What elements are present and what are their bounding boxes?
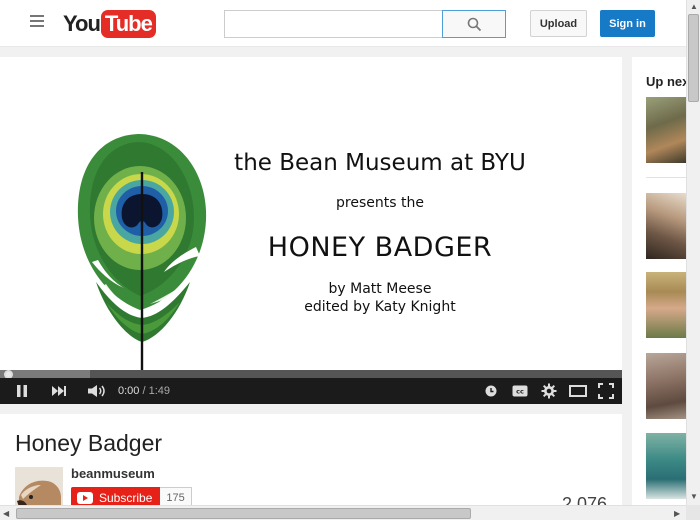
pause-icon [17,385,27,397]
scroll-down-arrow-icon[interactable]: ▼ [690,492,698,501]
horizontal-scrollbar[interactable]: ◀ ▶ [0,505,686,520]
search-form [224,10,506,38]
current-time: 0:00 [118,385,140,397]
horizontal-scroll-thumb[interactable] [16,508,471,519]
player-controls: 0:00 / 1:49 cc [0,378,622,404]
related-video-thumbnail[interactable] [646,272,686,338]
settings-button[interactable] [540,383,558,399]
channel-name[interactable]: beanmuseum [71,466,155,481]
progress-loaded [0,370,90,378]
captions-button[interactable]: cc [511,383,529,399]
watch-later-button[interactable] [484,383,498,399]
next-icon [52,386,66,396]
video-player[interactable]: the Bean Museum at BYU presents the HONE… [0,57,622,404]
captions-icon: cc [512,385,528,397]
theater-mode-button[interactable] [568,383,588,399]
search-button[interactable] [442,10,506,38]
duration: 1:49 [148,385,171,397]
scroll-left-arrow-icon[interactable]: ◀ [3,509,9,518]
vertical-scroll-thumb[interactable] [688,14,699,102]
slide-presents-text: presents the [336,195,424,211]
gear-icon [541,383,557,399]
sidebar-divider [646,177,686,178]
theater-icon [569,385,587,397]
up-next-sidebar: Up next [632,57,686,505]
peacock-feather-logo [77,134,207,394]
vertical-scrollbar[interactable]: ▲ ▼ [686,0,700,505]
slide-title-text: HONEY BADGER [267,232,493,263]
volume-icon [88,385,105,397]
video-frame[interactable]: the Bean Museum at BYU presents the HONE… [0,57,622,394]
svg-text:cc: cc [516,388,524,396]
search-icon [467,17,481,31]
volume-button[interactable] [87,383,107,399]
related-video-thumbnail[interactable] [646,97,686,163]
video-title: Honey Badger [15,430,163,456]
slide-museum-text: the Bean Museum at BYU [234,150,526,176]
scroll-right-arrow-icon[interactable]: ▶ [674,509,680,518]
youtube-logo[interactable]: You Tube [63,10,156,38]
time-display: 0:00 / 1:49 [118,385,170,397]
slide-editor-text: edited by Katy Knight [304,299,456,315]
logo-you-text: You [63,11,101,36]
upload-button[interactable]: Upload [530,10,587,37]
pause-button[interactable] [14,383,30,399]
video-info-card: Honey Badger beanmuseum Subscribe 175 2,… [0,414,622,515]
logo-tube-text: Tube [100,10,156,38]
scroll-up-arrow-icon[interactable]: ▲ [690,2,698,11]
youtube-play-icon [77,492,93,504]
guide-menu-icon[interactable] [30,15,47,31]
search-input[interactable] [224,10,442,38]
up-next-label: Up next [646,74,686,89]
related-video-thumbnail[interactable] [646,353,686,419]
related-video-thumbnail[interactable] [646,433,686,499]
progress-bar[interactable] [0,370,622,379]
clock-icon [485,385,497,397]
fullscreen-icon [598,383,614,399]
masthead: You Tube Upload Sign in [0,0,686,47]
fullscreen-button[interactable] [597,383,615,399]
next-button[interactable] [50,383,68,399]
time-separator: / [139,385,149,397]
signin-button[interactable]: Sign in [600,10,655,37]
related-video-thumbnail[interactable] [646,193,686,259]
slide-author-text: by Matt Meese [328,281,432,297]
scrollbar-corner [686,505,700,520]
subscribe-label: Subscribe [99,491,153,505]
